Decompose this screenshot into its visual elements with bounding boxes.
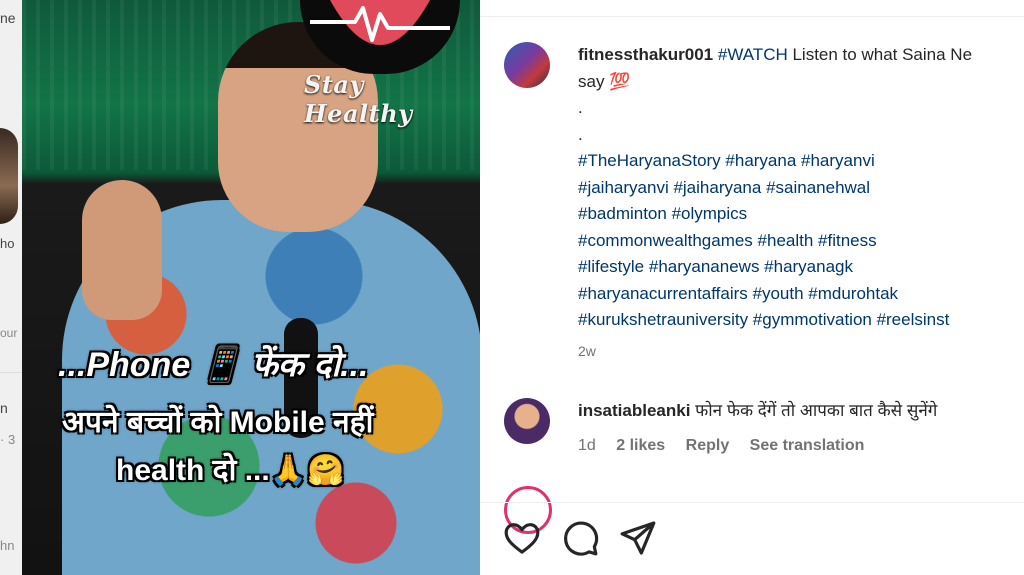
background-text-fragment: ho bbox=[0, 236, 15, 251]
comment-likes[interactable]: 2 likes bbox=[616, 437, 665, 454]
comment-icon[interactable] bbox=[560, 518, 600, 558]
comment: insatiableanki फोन फेक देंगें तो आपका बा… bbox=[578, 398, 1024, 424]
hashtag-line[interactable]: #lifestyle #haryananews #haryanagk bbox=[578, 254, 1024, 281]
video-caption-line: health दो ...🙏🤗 bbox=[116, 454, 345, 487]
background-profile-image bbox=[0, 128, 18, 224]
caption-line: . bbox=[578, 98, 583, 117]
reply-button[interactable]: Reply bbox=[686, 437, 730, 454]
hashtag-line[interactable]: #haryanacurrentaffairs #youth #mdurohtak bbox=[578, 281, 1024, 308]
caption-text: Listen to what Saina Ne bbox=[787, 45, 973, 64]
heart-icon[interactable] bbox=[502, 518, 542, 558]
background-feed-strip: ne ho our n · 3 hn bbox=[0, 0, 22, 575]
commenter-avatar[interactable] bbox=[504, 398, 550, 444]
background-text-fragment: n bbox=[0, 400, 8, 416]
commenter-username[interactable]: insatiableanki bbox=[578, 401, 690, 420]
share-icon[interactable] bbox=[618, 518, 658, 558]
background-text-fragment: ne bbox=[0, 10, 16, 26]
post-details-panel: fitnessthakur001 #WATCH Listen to what S… bbox=[480, 0, 1024, 575]
background-text-fragment: our bbox=[0, 326, 18, 340]
caption-line: . bbox=[578, 124, 583, 144]
caption-line: say 💯 bbox=[578, 71, 631, 91]
hashtag-link[interactable]: #WATCH bbox=[718, 45, 788, 64]
post-author-username[interactable]: fitnessthakur001 bbox=[578, 45, 713, 64]
hashtag-line[interactable]: #kurukshetrauniversity #gymmotivation #r… bbox=[578, 307, 1024, 334]
post-caption: fitnessthakur001 #WATCH Listen to what S… bbox=[578, 42, 1024, 334]
video-caption-line: अपने बच्चों को Mobile नहीं bbox=[62, 406, 374, 439]
background-text-fragment: · 3 bbox=[0, 432, 16, 447]
hashtag-line[interactable]: #commonwealthgames #health #fitness bbox=[578, 228, 1024, 255]
see-translation-button[interactable]: See translation bbox=[750, 437, 865, 454]
comment-text: फोन फेक देंगें तो आपका बात कैसे सुनेंगे bbox=[695, 401, 938, 420]
post-author-avatar[interactable] bbox=[504, 42, 550, 88]
hashtag-line[interactable]: #jaiharyanvi #jaiharyana #sainanehwal bbox=[578, 175, 1024, 202]
panel-divider bbox=[480, 16, 1024, 17]
video-caption-line: ...Phone 📱 फेंक दो... bbox=[58, 346, 369, 384]
reel-video[interactable]: Stay Healthy ...Phone 📱 फेंक दो... अपने … bbox=[22, 0, 480, 575]
background-text-fragment: hn bbox=[0, 538, 15, 553]
actions-divider bbox=[480, 502, 1024, 503]
background-divider bbox=[0, 372, 22, 373]
hashtag-line[interactable]: #badminton #olympics bbox=[578, 201, 1024, 228]
speaker-hand bbox=[82, 180, 162, 320]
hashtag-line[interactable]: #TheHaryanaStory #haryana #haryanvi bbox=[578, 148, 1024, 175]
comment-timestamp[interactable]: 1d bbox=[578, 437, 596, 454]
comment-meta: 1d 2 likes Reply See translation bbox=[578, 437, 880, 455]
post-timestamp[interactable]: 2w bbox=[578, 343, 596, 359]
logo-text: Stay Healthy bbox=[304, 70, 413, 128]
heartbeat-logo bbox=[300, 0, 460, 74]
